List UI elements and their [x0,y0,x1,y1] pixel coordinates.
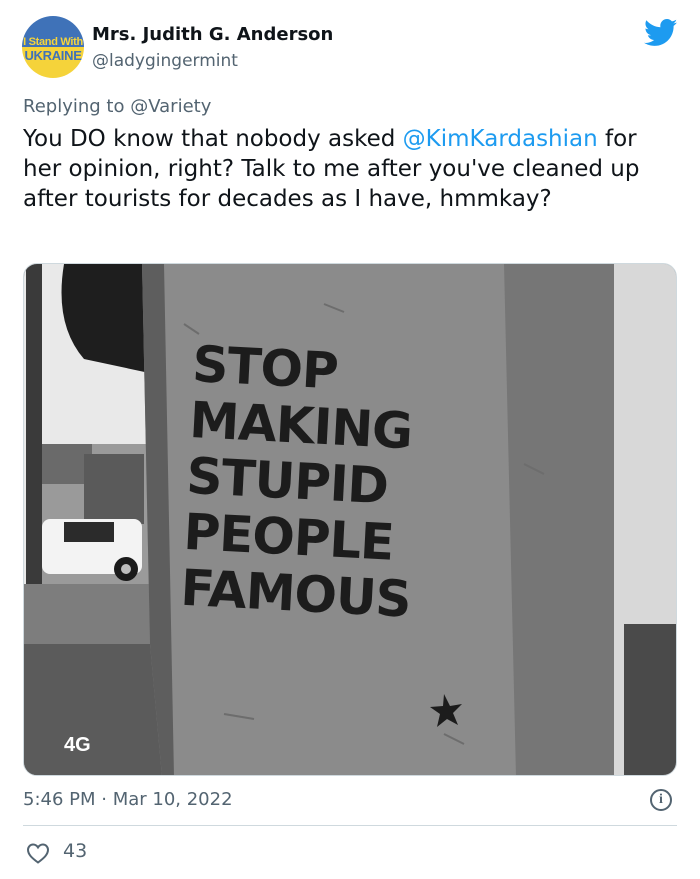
replying-to-label: Replying to [23,96,125,117]
avatar-text-bottom: UKRAINE [24,48,82,63]
author-handle[interactable]: @ladygingermint [92,51,238,71]
heart-icon[interactable] [26,842,50,864]
divider [23,825,677,826]
graffiti-text: STOP MAKING STUPID PEOPLE FAMOUS [179,335,423,629]
avatar[interactable]: I Stand With UKRAINE [22,16,84,78]
info-icon[interactable]: i [650,789,672,811]
tweet-text-before: You DO know that nobody asked [23,126,403,152]
tweet-text: You DO know that nobody asked @KimKardas… [23,124,673,214]
like-count[interactable]: 43 [63,840,87,862]
store-sign-text: 4G [64,734,91,756]
replying-to-mention[interactable]: @Variety [130,96,211,117]
twitter-bird-icon[interactable] [644,19,678,47]
replying-to-line: Replying to @Variety [23,96,211,117]
avatar-text-top: I Stand With [23,36,83,48]
tweet-timestamp[interactable]: 5:46 PM · Mar 10, 2022 [23,789,233,810]
graffiti-line: FAMOUS [179,558,413,629]
tweet-mention-link[interactable]: @KimKardashian [403,126,598,152]
author-display-name[interactable]: Mrs. Judith G. Anderson [92,24,333,45]
